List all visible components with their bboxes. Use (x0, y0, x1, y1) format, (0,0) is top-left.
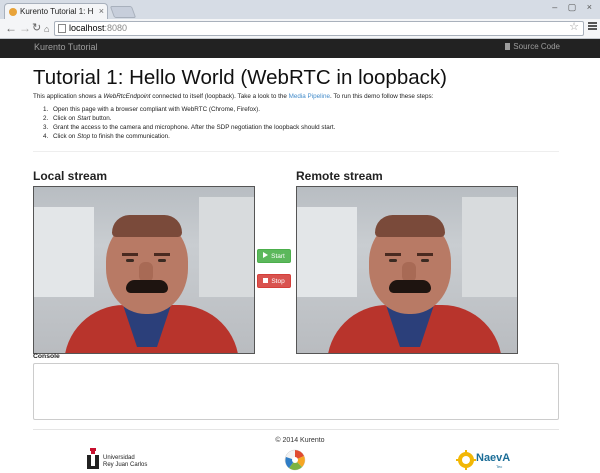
browser-toolbar: ← → ↻ ⌂ localhost:8080 ☆ (0, 19, 600, 39)
person-brow (385, 253, 401, 256)
tab-title: Kurento Tutorial 1: H (20, 7, 94, 16)
address-host: localhost (69, 23, 105, 33)
step-emphasis: Start (77, 115, 91, 122)
source-code-label: Source Code (513, 42, 560, 51)
person-hair (112, 215, 182, 237)
step-text: to finish the communication. (90, 133, 170, 140)
kurento-logo-icon (284, 449, 306, 471)
step-text: Click on (53, 133, 78, 140)
copyright-text: © 2014 Kurento (275, 437, 325, 444)
person-eye (158, 259, 166, 262)
step-emphasis: Stop (77, 133, 91, 140)
window-controls[interactable]: – ▢ × (552, 2, 596, 13)
stop-button[interactable]: Stop (257, 274, 291, 288)
step-text: button. (90, 115, 112, 122)
remote-video (296, 186, 518, 354)
home-icon[interactable]: ⌂ (44, 22, 49, 37)
video-background (297, 207, 357, 297)
step-item: 1. Open this page with a browser complian… (43, 105, 335, 114)
person-eye (126, 259, 134, 262)
tab-close-icon[interactable]: × (99, 4, 104, 19)
intro-part2: connected to itself (loopback). Take a l… (150, 93, 289, 100)
video-background (199, 197, 254, 297)
steps-list: 1. Open this page with a browser complian… (43, 105, 335, 141)
person-eye (421, 259, 429, 262)
local-stream-title: Local stream (33, 169, 108, 183)
footer-divider (33, 429, 559, 430)
stop-label: Stop (271, 278, 285, 285)
console-label: Console (33, 353, 60, 360)
person-brow (154, 253, 170, 256)
gear-icon (456, 450, 476, 470)
reload-icon[interactable]: ↻ (32, 21, 41, 36)
new-tab-button[interactable] (109, 6, 137, 18)
urjc-line2: Rey Juan Carlos (103, 461, 148, 468)
naevatec-sub: Tec (496, 464, 503, 469)
browser-tabstrip: Kurento Tutorial 1: H × – ▢ × (0, 0, 600, 19)
person-mustache (389, 280, 431, 293)
intro-text: This application shows a WebRtcEndpoint … (33, 93, 433, 100)
step-text: Open this page with a browser compliant … (53, 106, 260, 113)
local-video (33, 186, 255, 354)
step-item: 4. Click on Stop to finish the communicat… (43, 132, 335, 141)
video-background (34, 207, 94, 297)
navbar-brand[interactable]: Kurento Tutorial (34, 42, 98, 52)
top-navbar: Kurento Tutorial Source Code (0, 39, 600, 58)
person-brow (417, 253, 433, 256)
browser-tab[interactable]: Kurento Tutorial 1: H × (4, 3, 108, 19)
intro-part3: . To run this demo follow these steps: (329, 93, 434, 100)
console-output[interactable] (33, 363, 559, 420)
stop-icon (263, 278, 269, 283)
address-port: :8080 (104, 23, 128, 33)
step-text: Grant the access to the camera and micro… (53, 124, 336, 131)
person-eye (389, 259, 397, 262)
intro-part1: This application shows a (33, 93, 104, 100)
remote-stream-title: Remote stream (296, 169, 383, 183)
step-number: 1. (43, 106, 49, 113)
step-item: 2. Click on Start button. (43, 114, 335, 123)
person-hair (375, 215, 445, 237)
person-mustache (126, 280, 168, 293)
video-background (462, 197, 517, 297)
step-number: 3. (43, 124, 49, 131)
star-icon[interactable]: ☆ (569, 21, 579, 34)
person-nose (402, 262, 416, 282)
step-number: 2. (43, 115, 49, 122)
forward-arrow-icon[interactable]: → (19, 21, 31, 36)
back-arrow-icon[interactable]: ← (5, 21, 17, 36)
divider (33, 151, 559, 152)
intro-endpoint: WebRtcEndpoint (103, 93, 151, 100)
start-label: Start (271, 253, 285, 260)
naevatec-text: NaevA (476, 452, 511, 464)
person-brow (122, 253, 138, 256)
media-pipeline-link[interactable]: Media Pipeline (289, 93, 330, 100)
person-nose (139, 262, 153, 282)
urjc-crest-icon (87, 448, 99, 469)
address-bar[interactable]: localhost:8080 ☆ (54, 21, 584, 36)
step-number: 4. (43, 133, 49, 140)
source-code-link[interactable]: Source Code (505, 42, 560, 51)
urjc-text: Universidad Rey Juan Carlos (103, 455, 147, 468)
tab-favicon-icon (9, 8, 17, 16)
step-item: 3. Grant the access to the camera and mic… (43, 123, 335, 132)
page-title: Tutorial 1: Hello World (WebRTC in loopb… (33, 66, 447, 89)
file-icon (505, 43, 511, 50)
play-icon (263, 252, 269, 258)
start-button[interactable]: Start (257, 249, 291, 263)
browser-menu-icon[interactable] (588, 22, 597, 31)
step-text: Click on (53, 115, 78, 122)
page-icon (58, 24, 66, 33)
